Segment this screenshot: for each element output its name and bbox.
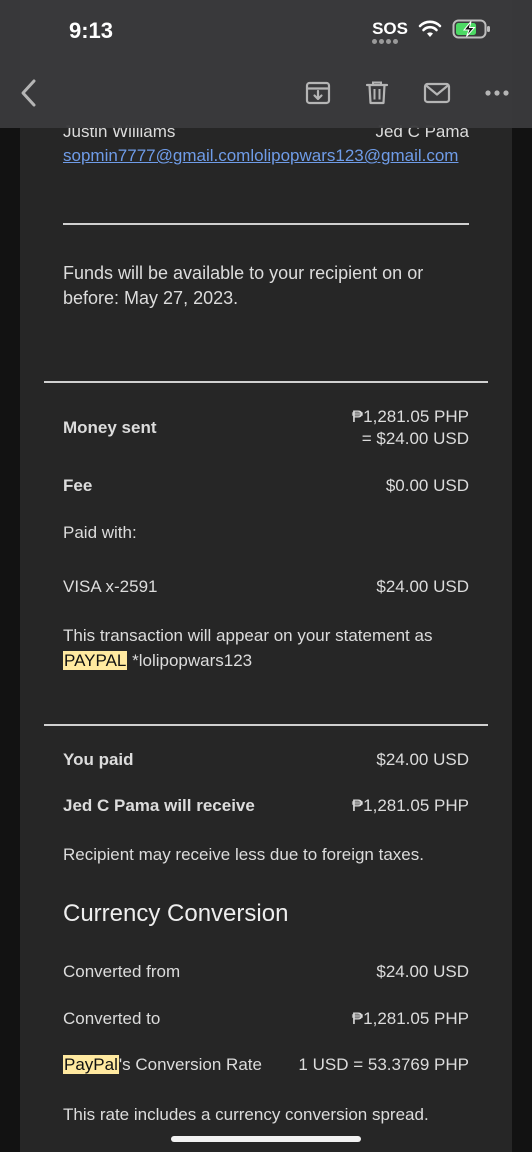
sos-indicator: SOS bbox=[372, 19, 408, 44]
paid-with-label: Paid with: bbox=[63, 523, 137, 542]
conversion-rate-value: 1 USD = 53.3769 PHP bbox=[298, 1055, 469, 1074]
sos-label: SOS bbox=[372, 19, 408, 38]
receive-label: Jed C Pama will receive bbox=[63, 796, 255, 815]
delete-button[interactable] bbox=[362, 78, 392, 108]
more-button[interactable] bbox=[482, 78, 512, 108]
you-paid-label: You paid bbox=[63, 750, 134, 769]
converted-to-row: Converted to ₱1,281.05 PHP bbox=[63, 1009, 469, 1029]
conversion-rate-row: PayPal's Conversion Rate 1 USD = 53.3769… bbox=[63, 1055, 469, 1075]
money-sent-label: Money sent bbox=[63, 418, 157, 437]
fee-row: Fee $0.00 USD bbox=[63, 476, 469, 496]
money-sent-value: ₱1,281.05 PHP = $24.00 USD bbox=[352, 406, 469, 450]
trash-icon bbox=[365, 81, 389, 105]
converted-from-value: $24.00 USD bbox=[376, 962, 469, 981]
statement-note: This transaction will appear on your sta… bbox=[63, 623, 469, 673]
fee-label: Fee bbox=[63, 476, 93, 495]
paypal-highlight: PayPal bbox=[63, 1055, 119, 1074]
fee-value: $0.00 USD bbox=[385, 476, 469, 495]
top-bar: 9:13 SOS bbox=[0, 0, 532, 128]
mark-unread-button[interactable] bbox=[422, 78, 452, 108]
divider bbox=[44, 724, 488, 726]
card-value: $24.00 USD bbox=[376, 577, 469, 596]
email-links[interactable]: sopmin7777@gmail.comlolipopwars123@gmail… bbox=[63, 146, 458, 165]
spread-note: This rate includes a currency conversion… bbox=[63, 1105, 429, 1124]
home-indicator[interactable] bbox=[171, 1136, 361, 1142]
divider bbox=[44, 381, 488, 383]
conversion-rate-label: PayPal's Conversion Rate bbox=[63, 1055, 262, 1075]
party-emails[interactable]: sopmin7777@gmail.comlolipopwars123@gmail… bbox=[63, 143, 469, 168]
converted-from-row: Converted from $24.00 USD bbox=[63, 962, 469, 982]
back-chevron-icon bbox=[21, 79, 36, 107]
mail-icon bbox=[423, 82, 451, 104]
money-sent-usd: = $24.00 USD bbox=[361, 429, 469, 448]
availability-text: Funds will be available to your recipien… bbox=[63, 263, 424, 308]
archive-icon bbox=[305, 81, 331, 105]
wifi-icon bbox=[418, 20, 442, 37]
converted-from-label: Converted from bbox=[63, 962, 181, 981]
more-icon bbox=[485, 90, 509, 96]
conversion-rate-label-rest: 's Conversion Rate bbox=[118, 1055, 262, 1074]
signal-dots bbox=[372, 39, 399, 44]
receive-value: ₱1,281.05 PHP bbox=[351, 796, 469, 815]
statement-highlight: PAYPAL bbox=[63, 651, 128, 670]
archive-button[interactable] bbox=[303, 78, 333, 108]
card-row: VISA x-2591 $24.00 USD bbox=[63, 577, 469, 597]
currency-conversion-heading: Currency Conversion bbox=[63, 900, 289, 927]
you-paid-value: $24.00 USD bbox=[376, 750, 469, 769]
divider bbox=[63, 223, 469, 225]
money-sent-php: ₱1,281.05 PHP bbox=[351, 407, 469, 426]
foreign-tax-note: Recipient may receive less due to foreig… bbox=[63, 845, 424, 864]
converted-to-label: Converted to bbox=[63, 1009, 161, 1028]
money-sent-row: Money sent ₱1,281.05 PHP = $24.00 USD bbox=[63, 406, 469, 450]
back-button[interactable] bbox=[14, 78, 44, 108]
status-indicators: SOS bbox=[372, 18, 492, 44]
receive-row: Jed C Pama will receive ₱1,281.05 PHP bbox=[63, 796, 469, 816]
card-label: VISA x-2591 bbox=[63, 577, 158, 596]
paid-with-row: Paid with: bbox=[63, 523, 469, 543]
converted-to-value: ₱1,281.05 PHP bbox=[351, 1009, 469, 1028]
statement-prefix: This transaction will appear on your sta… bbox=[63, 626, 433, 645]
statement-suffix: *lolipopwars123 bbox=[127, 651, 253, 670]
status-time: 9:13 bbox=[69, 18, 114, 43]
you-paid-row: You paid $24.00 USD bbox=[63, 750, 469, 770]
battery-charging-icon bbox=[452, 19, 490, 39]
